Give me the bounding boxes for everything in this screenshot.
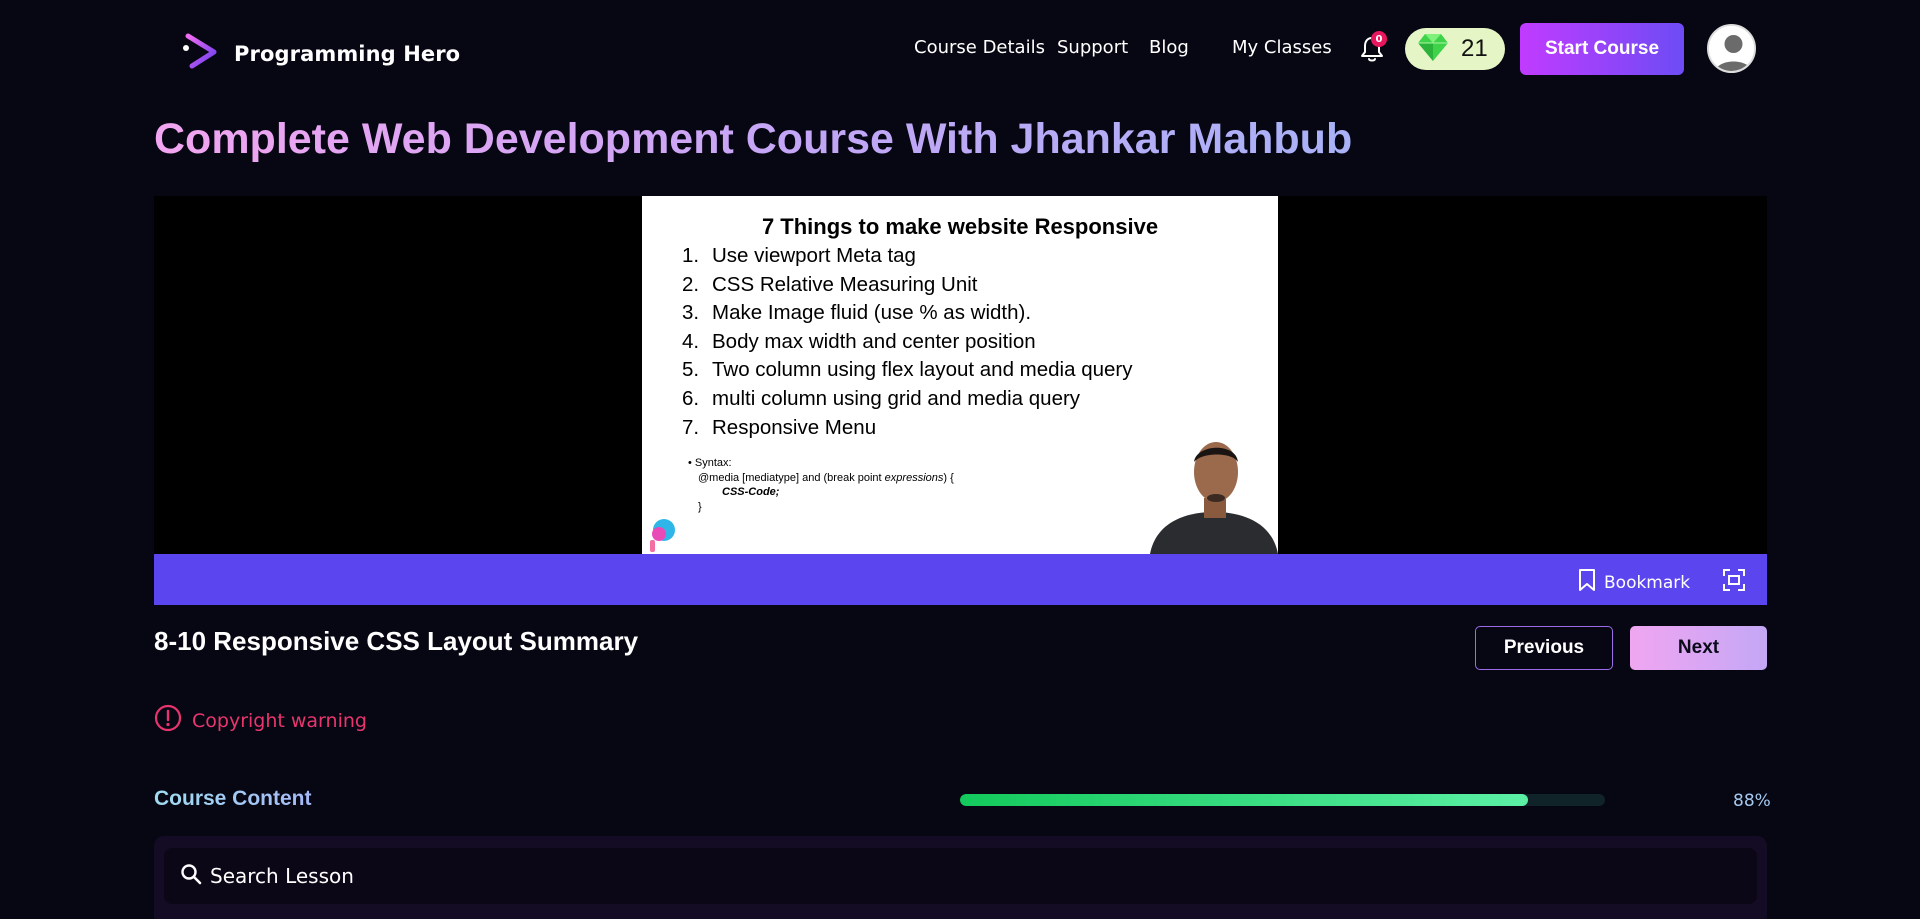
slide-list: 1. Use viewport Meta tag 2. CSS Relative M…	[682, 242, 1132, 442]
gem-balance[interactable]: 21	[1405, 28, 1505, 70]
search-lesson-field[interactable]	[164, 848, 1757, 904]
page-title: Complete Web Development Course With Jha…	[154, 115, 1353, 163]
slide-item: 6. multi column using grid and media quer…	[682, 386, 1081, 410]
gem-count: 21	[1461, 35, 1488, 62]
brand-logo[interactable]: Programming Hero	[178, 28, 460, 80]
video-player[interactable]: 7 Things to make website Responsive 1. Us…	[154, 196, 1767, 554]
slide-title: 7 Things to make website Responsive	[761, 214, 1159, 239]
slide-item: 4. Body max width and center position	[682, 329, 1036, 353]
slide-item: 3. Make Image fluid (use % as width).	[682, 301, 1032, 325]
search-icon	[180, 863, 202, 889]
course-progress-percent: 88%	[1733, 791, 1771, 811]
slide-item: 1. Use viewport Meta tag	[682, 244, 916, 267]
rocket-icon	[644, 516, 678, 554]
slide-item: 7. Responsive Menu	[682, 415, 877, 439]
avatar[interactable]	[1707, 24, 1756, 73]
start-course-button[interactable]: Start Course	[1520, 23, 1684, 75]
next-button[interactable]: Next	[1630, 626, 1767, 670]
course-progress-bar	[960, 794, 1605, 806]
fullscreen-icon[interactable]	[1722, 568, 1746, 592]
nav-course-details[interactable]: Course Details	[914, 37, 1045, 58]
nav-support[interactable]: Support	[1057, 37, 1128, 58]
search-lesson-input[interactable]	[210, 864, 810, 888]
previous-button[interactable]: Previous	[1475, 626, 1613, 670]
bookmark-label: Bookmark	[1604, 572, 1691, 593]
course-progress-fill	[960, 794, 1528, 806]
video-frame: 7 Things to make website Responsive 1. Us…	[642, 196, 1278, 554]
lesson-title: 8-10 Responsive CSS Layout Summary	[154, 626, 639, 656]
notification-badge: 0	[1371, 31, 1387, 47]
course-content-label: Course Content	[154, 787, 312, 810]
bookmark-button[interactable]: Bookmark	[1578, 568, 1690, 597]
video-toolbar	[154, 554, 1767, 605]
copyright-warning-label: Copyright warning	[192, 709, 367, 732]
nav-my-classes[interactable]: My Classes	[1232, 37, 1332, 58]
bookmark-icon	[1578, 568, 1596, 597]
slide-item: 2. CSS Relative Measuring Unit	[682, 272, 978, 296]
slide-item: 5. Two column using flex layout and media…	[682, 358, 1133, 382]
warning-icon	[154, 704, 182, 737]
programming-hero-logo-icon	[178, 28, 222, 80]
brand-name: Programming Hero	[234, 42, 461, 66]
presenter-image	[1150, 436, 1278, 554]
copyright-warning[interactable]: Copyright warning	[154, 704, 367, 737]
gem-icon	[1417, 32, 1449, 66]
slide-syntax: • Syntax: @media [mediatype] and (break …	[688, 457, 954, 513]
nav-blog[interactable]: Blog	[1149, 37, 1189, 58]
